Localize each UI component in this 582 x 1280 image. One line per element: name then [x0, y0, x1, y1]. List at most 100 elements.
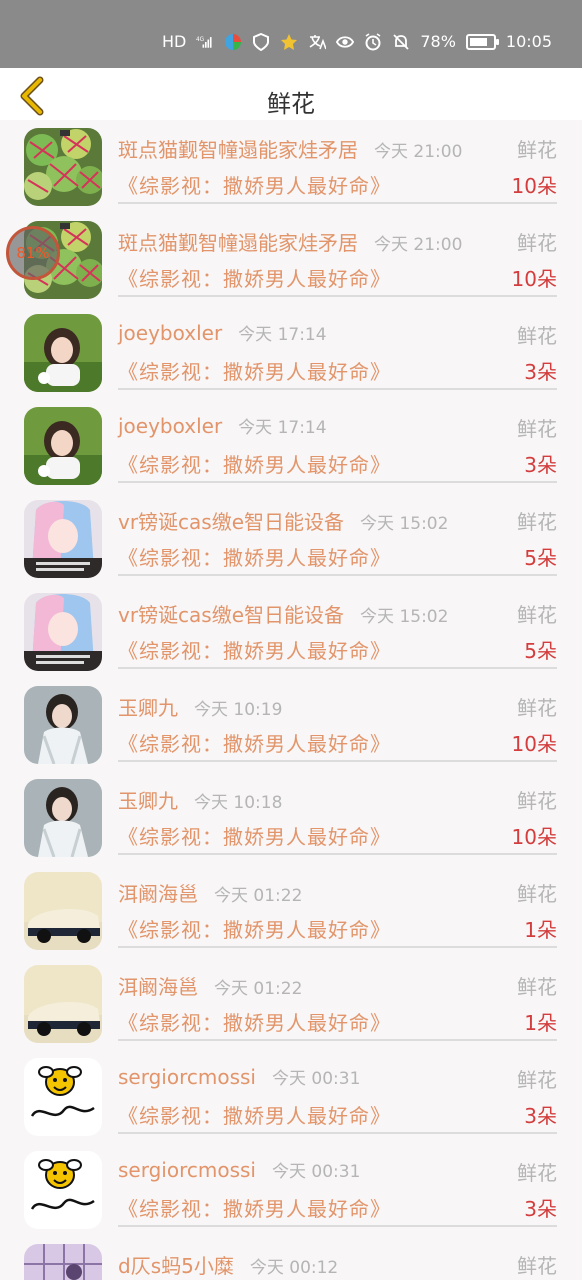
book-title[interactable]: 《综影视：撒娇男人最好命》	[118, 449, 391, 478]
timestamp: 今天 00:12	[249, 1258, 339, 1278]
sender-name-line: joeyboxler 今天 17:14	[118, 320, 327, 345]
list-item[interactable]: joeyboxler 今天 17:14 鲜花 《综影视：撒娇男人最好命》 3朵	[0, 399, 582, 492]
star-badge-icon	[280, 33, 298, 51]
avatar[interactable]	[24, 779, 102, 857]
sender-name[interactable]: 斑点猫觐智幢遢能家烓矛居	[118, 138, 358, 162]
app-header: 鲜花	[0, 68, 582, 120]
avatar[interactable]	[24, 314, 102, 392]
sender-name[interactable]: d仄s蚂5小糜	[118, 1254, 234, 1278]
mute-bell-icon	[392, 33, 410, 51]
shield-icon	[252, 32, 270, 51]
girl-portrait-image	[24, 314, 102, 392]
sender-name[interactable]: 斑点猫觐智幢遢能家烓矛居	[118, 231, 358, 255]
flower-record-list: 斑点猫觐智幢遢能家烓矛居 今天 21:00 鲜花 《综影视：撒娇男人最好命》 10朵 斑点…	[0, 120, 582, 1280]
divider	[118, 1225, 557, 1227]
timestamp: 今天 01:22	[214, 886, 303, 906]
book-title[interactable]: 《综影视：撒娇男人最好命》	[118, 356, 391, 385]
grid-avatar-image	[24, 1244, 102, 1280]
divider	[118, 202, 557, 204]
avatar[interactable]	[24, 872, 102, 950]
list-item[interactable]: 斑点猫觐智幢遢能家烓矛居 今天 21:00 鲜花 《综影视：撒娇男人最好命》 10朵	[0, 213, 582, 306]
divider	[118, 946, 557, 948]
battery-percent: 78%	[420, 32, 456, 51]
floating-ball-text: 81%	[16, 244, 50, 262]
list-item[interactable]: vr镑诞cas缴e智日能设备 今天 15:02 鲜花 《综影视：撒娇男人最好命》 5朵	[0, 585, 582, 678]
avatar[interactable]	[24, 1058, 102, 1136]
sender-name-line: sergiorcmossi 今天 00:31	[118, 1157, 360, 1182]
book-title[interactable]: 《综影视：撒娇男人最好命》	[118, 728, 391, 757]
list-item[interactable]: vr镑诞cas缴e智日能设备 今天 15:02 鲜花 《综影视：撒娇男人最好命》 5朵	[0, 492, 582, 585]
signal-icon: 4G	[196, 33, 214, 51]
sender-name[interactable]: 玉卿九	[118, 789, 178, 813]
timestamp: 今天 00:31	[271, 1069, 361, 1089]
gift-count: 5朵	[524, 639, 557, 663]
gift-count: 1朵	[524, 1011, 557, 1035]
sender-name[interactable]: joeyboxler	[118, 414, 222, 438]
sender-name[interactable]: 洱阚海邕	[118, 882, 198, 906]
book-title[interactable]: 《综影视：撒娇男人最好命》	[118, 263, 391, 292]
divider	[118, 1039, 557, 1041]
book-title[interactable]: 《综影视：撒娇男人最好命》	[118, 914, 391, 943]
book-title[interactable]: 《综影视：撒娇男人最好命》	[118, 1100, 391, 1129]
timestamp: 今天 21:00	[374, 142, 463, 162]
timestamp: 今天 00:31	[271, 1162, 361, 1182]
gift-count: 3朵	[524, 1197, 557, 1221]
translate-icon	[308, 33, 327, 51]
book-title[interactable]: 《综影视：撒娇男人最好命》	[118, 821, 391, 850]
car-image	[24, 965, 102, 1043]
list-item[interactable]: 玉卿九 今天 10:18 鲜花 《综影视：撒娇男人最好命》 10朵	[0, 771, 582, 864]
gift-count: 5朵	[524, 546, 557, 570]
avatar[interactable]	[24, 500, 102, 578]
anime-girl-image	[24, 500, 102, 578]
clock: 10:05	[505, 32, 552, 51]
list-item[interactable]: 玉卿九 今天 10:19 鲜花 《综影视：撒娇男人最好命》 10朵	[0, 678, 582, 771]
sender-name[interactable]: 洱阚海邕	[118, 975, 198, 999]
book-title[interactable]: 《综影视：撒娇男人最好命》	[118, 1193, 391, 1222]
gift-type: 鲜花	[517, 882, 557, 906]
gift-type: 鲜花	[517, 975, 557, 999]
list-item[interactable]: 洱阚海邕 今天 01:22 鲜花 《综影视：撒娇男人最好命》 1朵	[0, 957, 582, 1050]
book-title[interactable]: 《综影视：撒娇男人最好命》	[118, 1007, 391, 1036]
avatar[interactable]	[24, 407, 102, 485]
list-item[interactable]: d仄s蚂5小糜 今天 00:12 鲜花	[0, 1236, 582, 1280]
sender-name[interactable]: vr镑诞cas缴e智日能设备	[118, 510, 344, 534]
sender-name[interactable]: joeyboxler	[118, 321, 222, 345]
divider	[118, 853, 557, 855]
floating-progress-ball[interactable]: 81%	[6, 226, 60, 280]
bee-logo-image	[24, 1151, 102, 1229]
avatar[interactable]	[24, 128, 102, 206]
list-item[interactable]: 洱阚海邕 今天 01:22 鲜花 《综影视：撒娇男人最好命》 1朵	[0, 864, 582, 957]
battery-icon	[465, 33, 499, 50]
divider	[118, 295, 557, 297]
sender-name-line: d仄s蚂5小糜 今天 00:12	[118, 1250, 338, 1279]
sender-name-line: sergiorcmossi 今天 00:31	[118, 1064, 360, 1089]
sender-name[interactable]: vr镑诞cas缴e智日能设备	[118, 603, 344, 627]
avatar[interactable]	[24, 593, 102, 671]
list-item[interactable]: 斑点猫觐智幢遢能家烓矛居 今天 21:00 鲜花 《综影视：撒娇男人最好命》 10朵	[0, 120, 582, 213]
gift-type: 鲜花	[517, 789, 557, 813]
gift-count: 3朵	[524, 1104, 557, 1128]
eye-icon	[336, 33, 355, 51]
gift-count: 10朵	[511, 174, 557, 198]
timestamp: 今天 17:14	[238, 325, 327, 345]
sender-name[interactable]: 玉卿九	[118, 696, 178, 720]
book-title[interactable]: 《综影视：撒娇男人最好命》	[118, 170, 391, 199]
avatar[interactable]	[24, 1151, 102, 1229]
book-title[interactable]: 《综影视：撒娇男人最好命》	[118, 542, 391, 571]
sender-name[interactable]: sergiorcmossi	[118, 1065, 256, 1089]
list-item[interactable]: joeyboxler 今天 17:14 鲜花 《综影视：撒娇男人最好命》 3朵	[0, 306, 582, 399]
page-title: 鲜花	[267, 90, 315, 118]
avatar[interactable]	[24, 686, 102, 764]
divider	[118, 760, 557, 762]
costume-girl-image	[24, 779, 102, 857]
car-image	[24, 872, 102, 950]
sender-name[interactable]: sergiorcmossi	[118, 1158, 256, 1182]
list-item[interactable]: sergiorcmossi 今天 00:31 鲜花 《综影视：撒娇男人最好命》 3朵	[0, 1050, 582, 1143]
book-title[interactable]: 《综影视：撒娇男人最好命》	[118, 635, 391, 664]
avatar[interactable]	[24, 965, 102, 1043]
gift-type: 鲜花	[517, 231, 557, 255]
avatar[interactable]	[24, 1244, 102, 1280]
girl-portrait-image	[24, 407, 102, 485]
list-item[interactable]: sergiorcmossi 今天 00:31 鲜花 《综影视：撒娇男人最好命》 3朵	[0, 1143, 582, 1236]
timestamp: 今天 15:02	[360, 607, 449, 627]
